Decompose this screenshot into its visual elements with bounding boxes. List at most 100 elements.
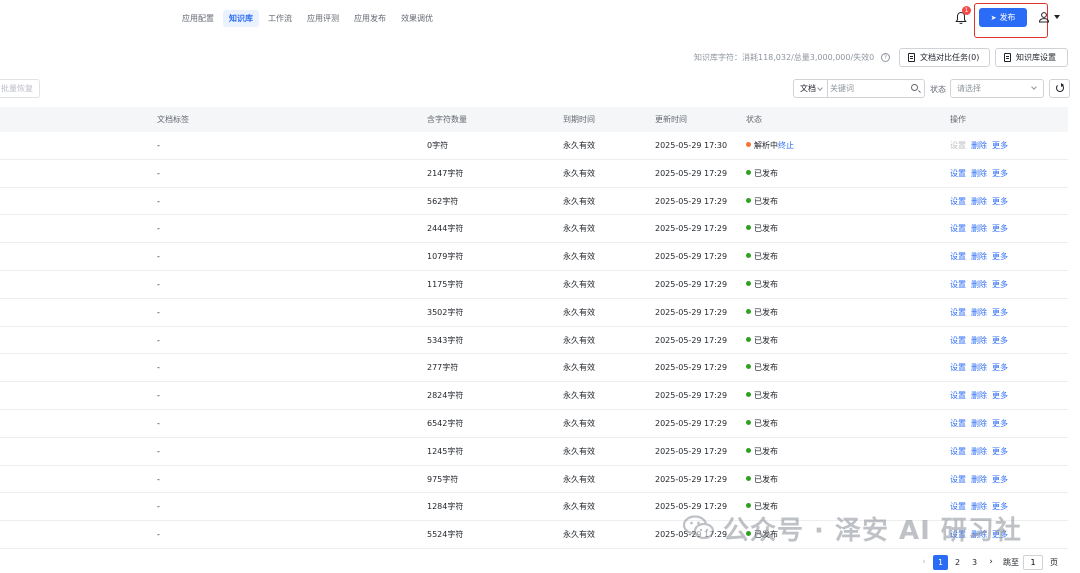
caret-down-icon[interactable] [1054, 15, 1060, 19]
refresh-button[interactable] [1049, 79, 1070, 98]
more-link[interactable]: 更多 [992, 197, 1008, 206]
tab-item[interactable]: 应用发布 [348, 10, 392, 27]
cell-chars: 1079字符 [427, 252, 464, 262]
cell-chars: 6542字符 [427, 418, 464, 428]
tab-item[interactable]: 工作流 [262, 10, 298, 27]
table-row: - 562字符 永久有效 2025-05-29 17:29 已发布 设置 删除 更多 [0, 188, 1068, 216]
page-number[interactable]: 1 [933, 554, 948, 570]
settings-link[interactable]: 设置 [950, 363, 966, 372]
more-link[interactable]: 更多 [992, 363, 1008, 372]
table-row: - 2147字符 永久有效 2025-05-29 17:29 已发布 设置 删除 更多 [0, 160, 1068, 188]
delete-link[interactable]: 删除 [971, 419, 987, 428]
delete-link[interactable]: 删除 [971, 169, 987, 178]
more-link[interactable]: 更多 [992, 502, 1008, 511]
more-link[interactable]: 更多 [992, 447, 1008, 456]
cell-tag: - [157, 446, 160, 456]
delete-link[interactable]: 删除 [971, 391, 987, 400]
table-row: - 5524字符 永久有效 2025-05-29 17:29 已发布 设置 删除 更多 [0, 521, 1068, 549]
more-link[interactable]: 更多 [992, 475, 1008, 484]
help-icon[interactable]: ? [881, 53, 890, 62]
tab-item[interactable]: 知识库 [223, 10, 259, 27]
cell-updated: 2025-05-29 17:29 [655, 418, 728, 428]
search-type-select[interactable]: 文档 [794, 80, 828, 97]
delete-link[interactable]: 删除 [971, 308, 987, 317]
tab-item[interactable]: 应用配置 [176, 10, 220, 27]
status-text: 已发布 [754, 224, 778, 234]
status-text: 已发布 [754, 168, 778, 178]
cell-ops: 设置 删除 更多 [950, 271, 1013, 298]
prev-page-icon[interactable]: ‹ [916, 557, 932, 567]
delete-link[interactable]: 删除 [971, 475, 987, 484]
jump-page-input[interactable] [1023, 554, 1043, 570]
settings-link[interactable]: 设置 [950, 502, 966, 511]
more-link[interactable]: 更多 [992, 419, 1008, 428]
next-page-icon[interactable]: › [983, 557, 999, 567]
delete-link[interactable]: 删除 [971, 197, 987, 206]
cell-expiry: 永久有效 [563, 168, 595, 178]
cell-expiry: 永久有效 [563, 335, 595, 345]
delete-link[interactable]: 删除 [971, 336, 987, 345]
delete-link[interactable]: 删除 [971, 502, 987, 511]
batch-restore-button[interactable]: 批量恢复 [0, 79, 40, 98]
settings-link[interactable]: 设置 [950, 530, 966, 539]
column-header-expiry: 到期时间 [563, 115, 595, 124]
status-filter-select[interactable]: 请选择 [950, 79, 1044, 98]
tab-item[interactable]: 应用评测 [301, 10, 345, 27]
cell-status: 已发布 [746, 354, 778, 381]
settings-link[interactable]: 设置 [950, 391, 966, 400]
more-link[interactable]: 更多 [992, 252, 1008, 261]
more-link[interactable]: 更多 [992, 141, 1008, 150]
settings-link[interactable]: 设置 [950, 336, 966, 345]
more-link[interactable]: 更多 [992, 224, 1008, 233]
compare-tasks-button[interactable]: 文档对比任务(0) [899, 48, 990, 67]
settings-link[interactable]: 设置 [950, 280, 966, 289]
more-link[interactable]: 更多 [992, 308, 1008, 317]
delete-link[interactable]: 删除 [971, 530, 987, 539]
column-header-updated: 更新时间 [655, 115, 687, 124]
delete-link[interactable]: 删除 [971, 224, 987, 233]
settings-link[interactable]: 设置 [950, 447, 966, 456]
status-text: 已发布 [754, 252, 778, 262]
cell-chars: 1284字符 [427, 502, 464, 512]
settings-link[interactable]: 设置 [950, 419, 966, 428]
delete-link[interactable]: 删除 [971, 141, 987, 150]
more-link[interactable]: 更多 [992, 336, 1008, 345]
delete-link[interactable]: 删除 [971, 363, 987, 372]
more-link[interactable]: 更多 [992, 391, 1008, 400]
publish-button[interactable]: ➤ 发布 [979, 8, 1027, 27]
cell-updated: 2025-05-29 17:29 [655, 502, 728, 512]
more-link[interactable]: 更多 [992, 280, 1008, 289]
tab-item[interactable]: 效果调优 [395, 10, 439, 27]
settings-link[interactable]: 设置 [950, 475, 966, 484]
search-icon[interactable] [911, 84, 918, 91]
delete-link[interactable]: 删除 [971, 447, 987, 456]
delete-link[interactable]: 删除 [971, 280, 987, 289]
page-number[interactable]: 2 [950, 555, 965, 570]
cell-ops: 设置 删除 更多 [950, 188, 1013, 215]
kb-settings-button[interactable]: 知识库设置 [995, 48, 1068, 67]
cell-chars: 2444字符 [427, 224, 464, 234]
table-row: - 1175字符 永久有效 2025-05-29 17:29 已发布 设置 删除 更多 [0, 271, 1068, 299]
cell-ops: 设置 删除 更多 [950, 521, 1013, 548]
delete-link[interactable]: 删除 [971, 252, 987, 261]
terminate-link[interactable]: 终止 [778, 141, 794, 150]
cell-updated: 2025-05-29 17:29 [655, 196, 728, 206]
page-list: 123 [932, 554, 983, 570]
cell-tag: - [157, 279, 160, 289]
more-link[interactable]: 更多 [992, 169, 1008, 178]
cell-updated: 2025-05-29 17:29 [655, 446, 728, 456]
more-link[interactable]: 更多 [992, 530, 1008, 539]
settings-link[interactable]: 设置 [950, 197, 966, 206]
cell-status: 已发布 [746, 493, 778, 520]
page-number[interactable]: 3 [967, 555, 982, 570]
settings-link[interactable]: 设置 [950, 141, 966, 150]
settings-link[interactable]: 设置 [950, 252, 966, 261]
cell-tag: - [157, 418, 160, 428]
table-row: - 277字符 永久有效 2025-05-29 17:29 已发布 设置 删除 更多 [0, 354, 1068, 383]
settings-link[interactable]: 设置 [950, 224, 966, 233]
user-icon[interactable] [1038, 11, 1050, 23]
cell-ops: 设置 删除 更多 [950, 132, 1013, 159]
settings-link[interactable]: 设置 [950, 308, 966, 317]
settings-link[interactable]: 设置 [950, 169, 966, 178]
keyword-search-input[interactable] [830, 81, 908, 96]
